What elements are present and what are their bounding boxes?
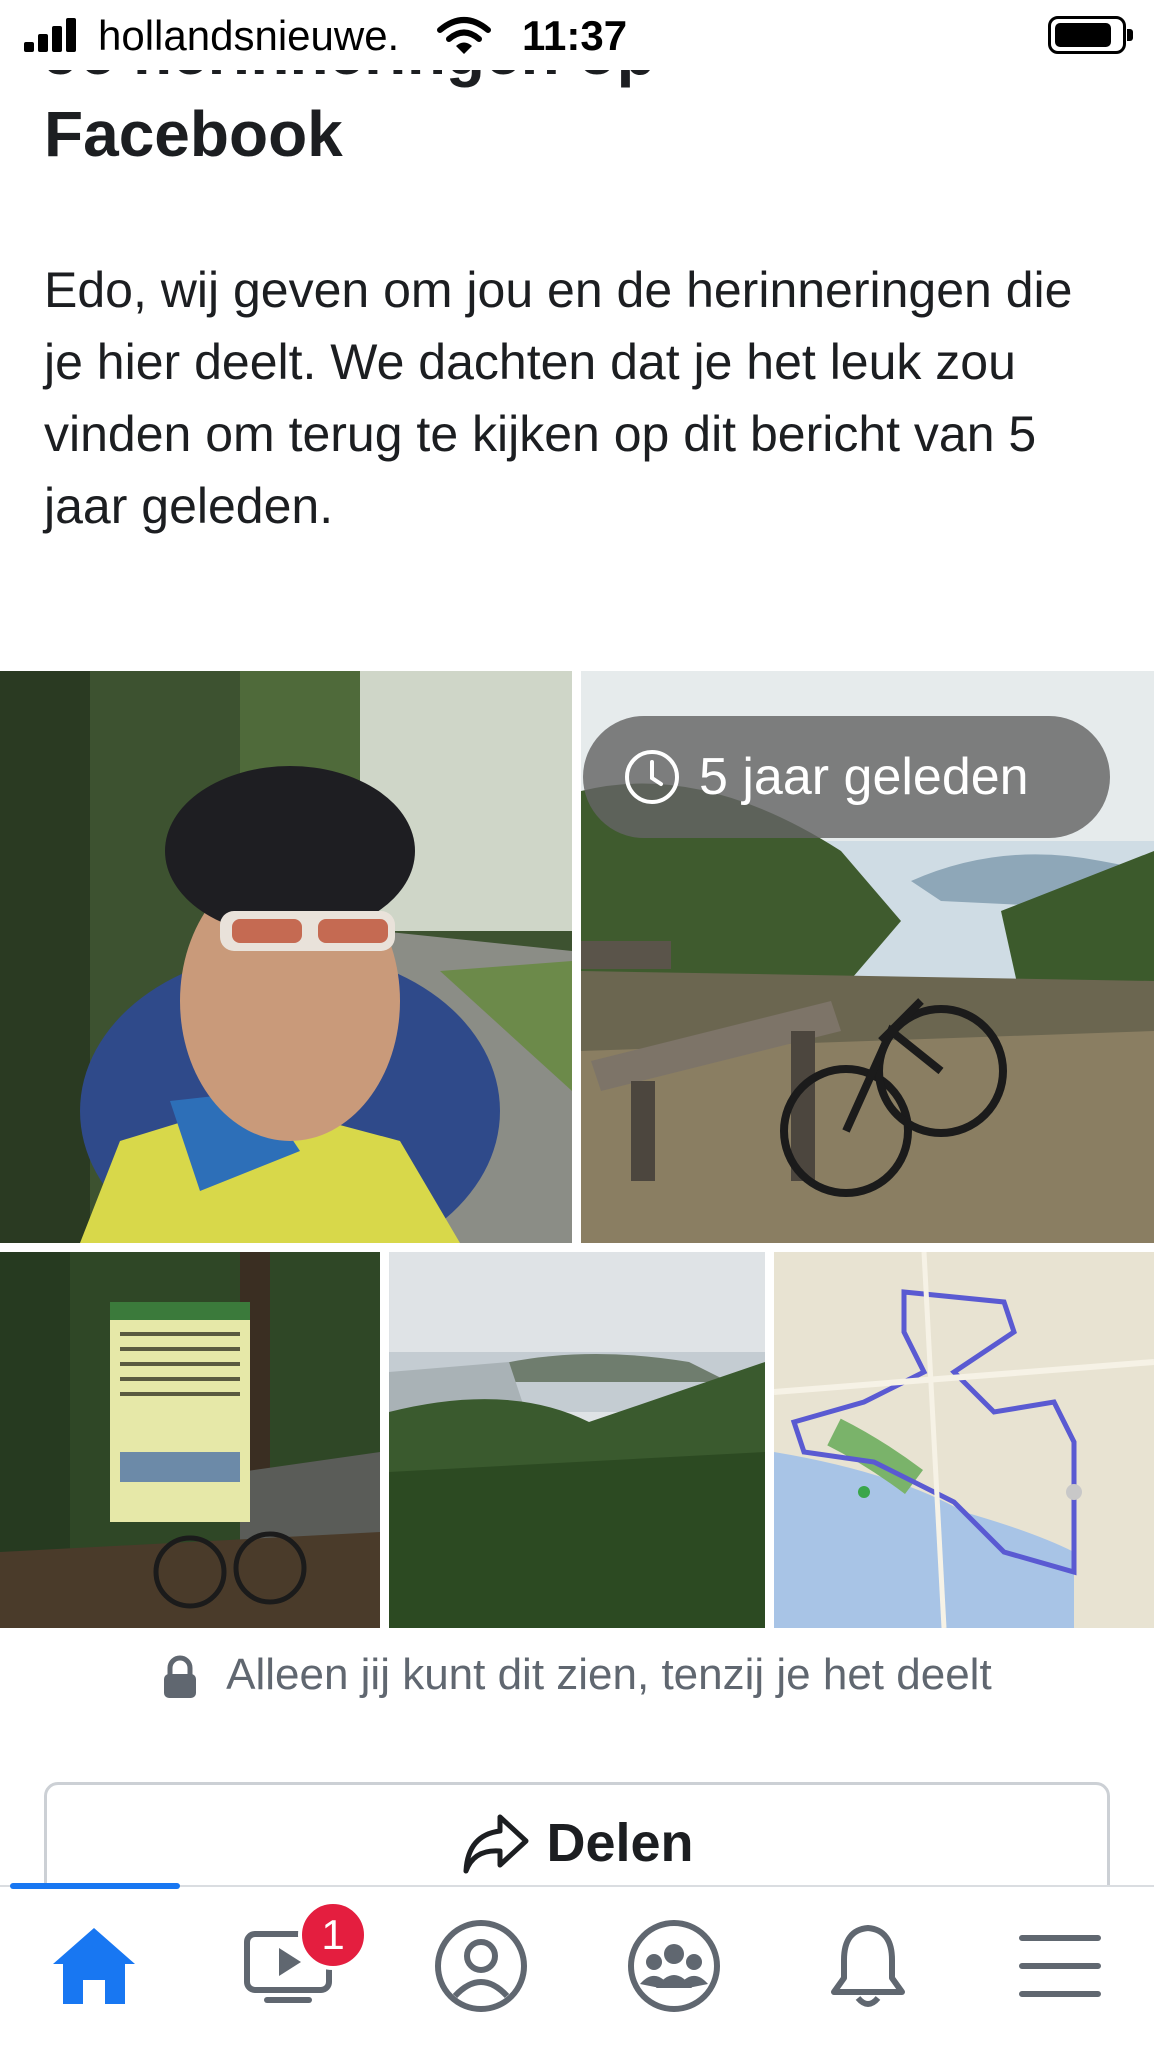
tab-menu[interactable] [1000,1911,1120,2021]
status-bar: hollandsnieuwe. 11:37 [0,0,1154,70]
route-map-photo[interactable] [774,1252,1154,1628]
notification-count-badge: 1 [298,1900,368,1970]
bottom-tab-bar [0,1883,1154,2050]
tab-profile[interactable] [421,1911,541,2021]
signal-strength-icon [24,18,84,52]
active-tab-indicator [10,1883,180,1889]
tab-notifications[interactable] [808,1911,928,2021]
wifi-icon [437,17,491,54]
carrier-name: hollandsnieuwe. [98,12,400,59]
share-button-label: Delen [546,1813,694,1873]
home-icon [53,1928,135,2004]
tab-groups[interactable] [614,1911,734,2021]
memory-age-badge: 5 jaar geleden [583,716,1110,838]
memory-title-line2: Facebook [44,98,343,170]
memory-age-label: 5 jaar geleden [699,748,1029,806]
farm-sign-il-monterosso-photo[interactable] [0,1252,380,1628]
selfie-cyclist-photo[interactable] [0,671,572,1243]
clock: 11:37 [522,12,628,59]
lake-view-photo[interactable] [389,1252,765,1628]
battery-icon [1048,16,1133,54]
share-arrow-icon [463,1814,529,1874]
profile-icon [435,1920,527,2012]
lock-icon [164,1655,197,1699]
privacy-note-text: Alleen jij kunt dit zien, tenzij je het … [226,1650,992,1699]
clock-icon [625,750,679,804]
tab-home[interactable] [34,1911,154,2021]
memory-message: Edo, wij geven om jou en de herinneringe… [44,262,1073,534]
bell-icon [831,1925,905,2007]
groups-icon [628,1920,720,2012]
hamburger-menu-icon [1019,1935,1101,1997]
privacy-note: Alleen jij kunt dit zien, tenzij je het … [0,1650,1154,1700]
